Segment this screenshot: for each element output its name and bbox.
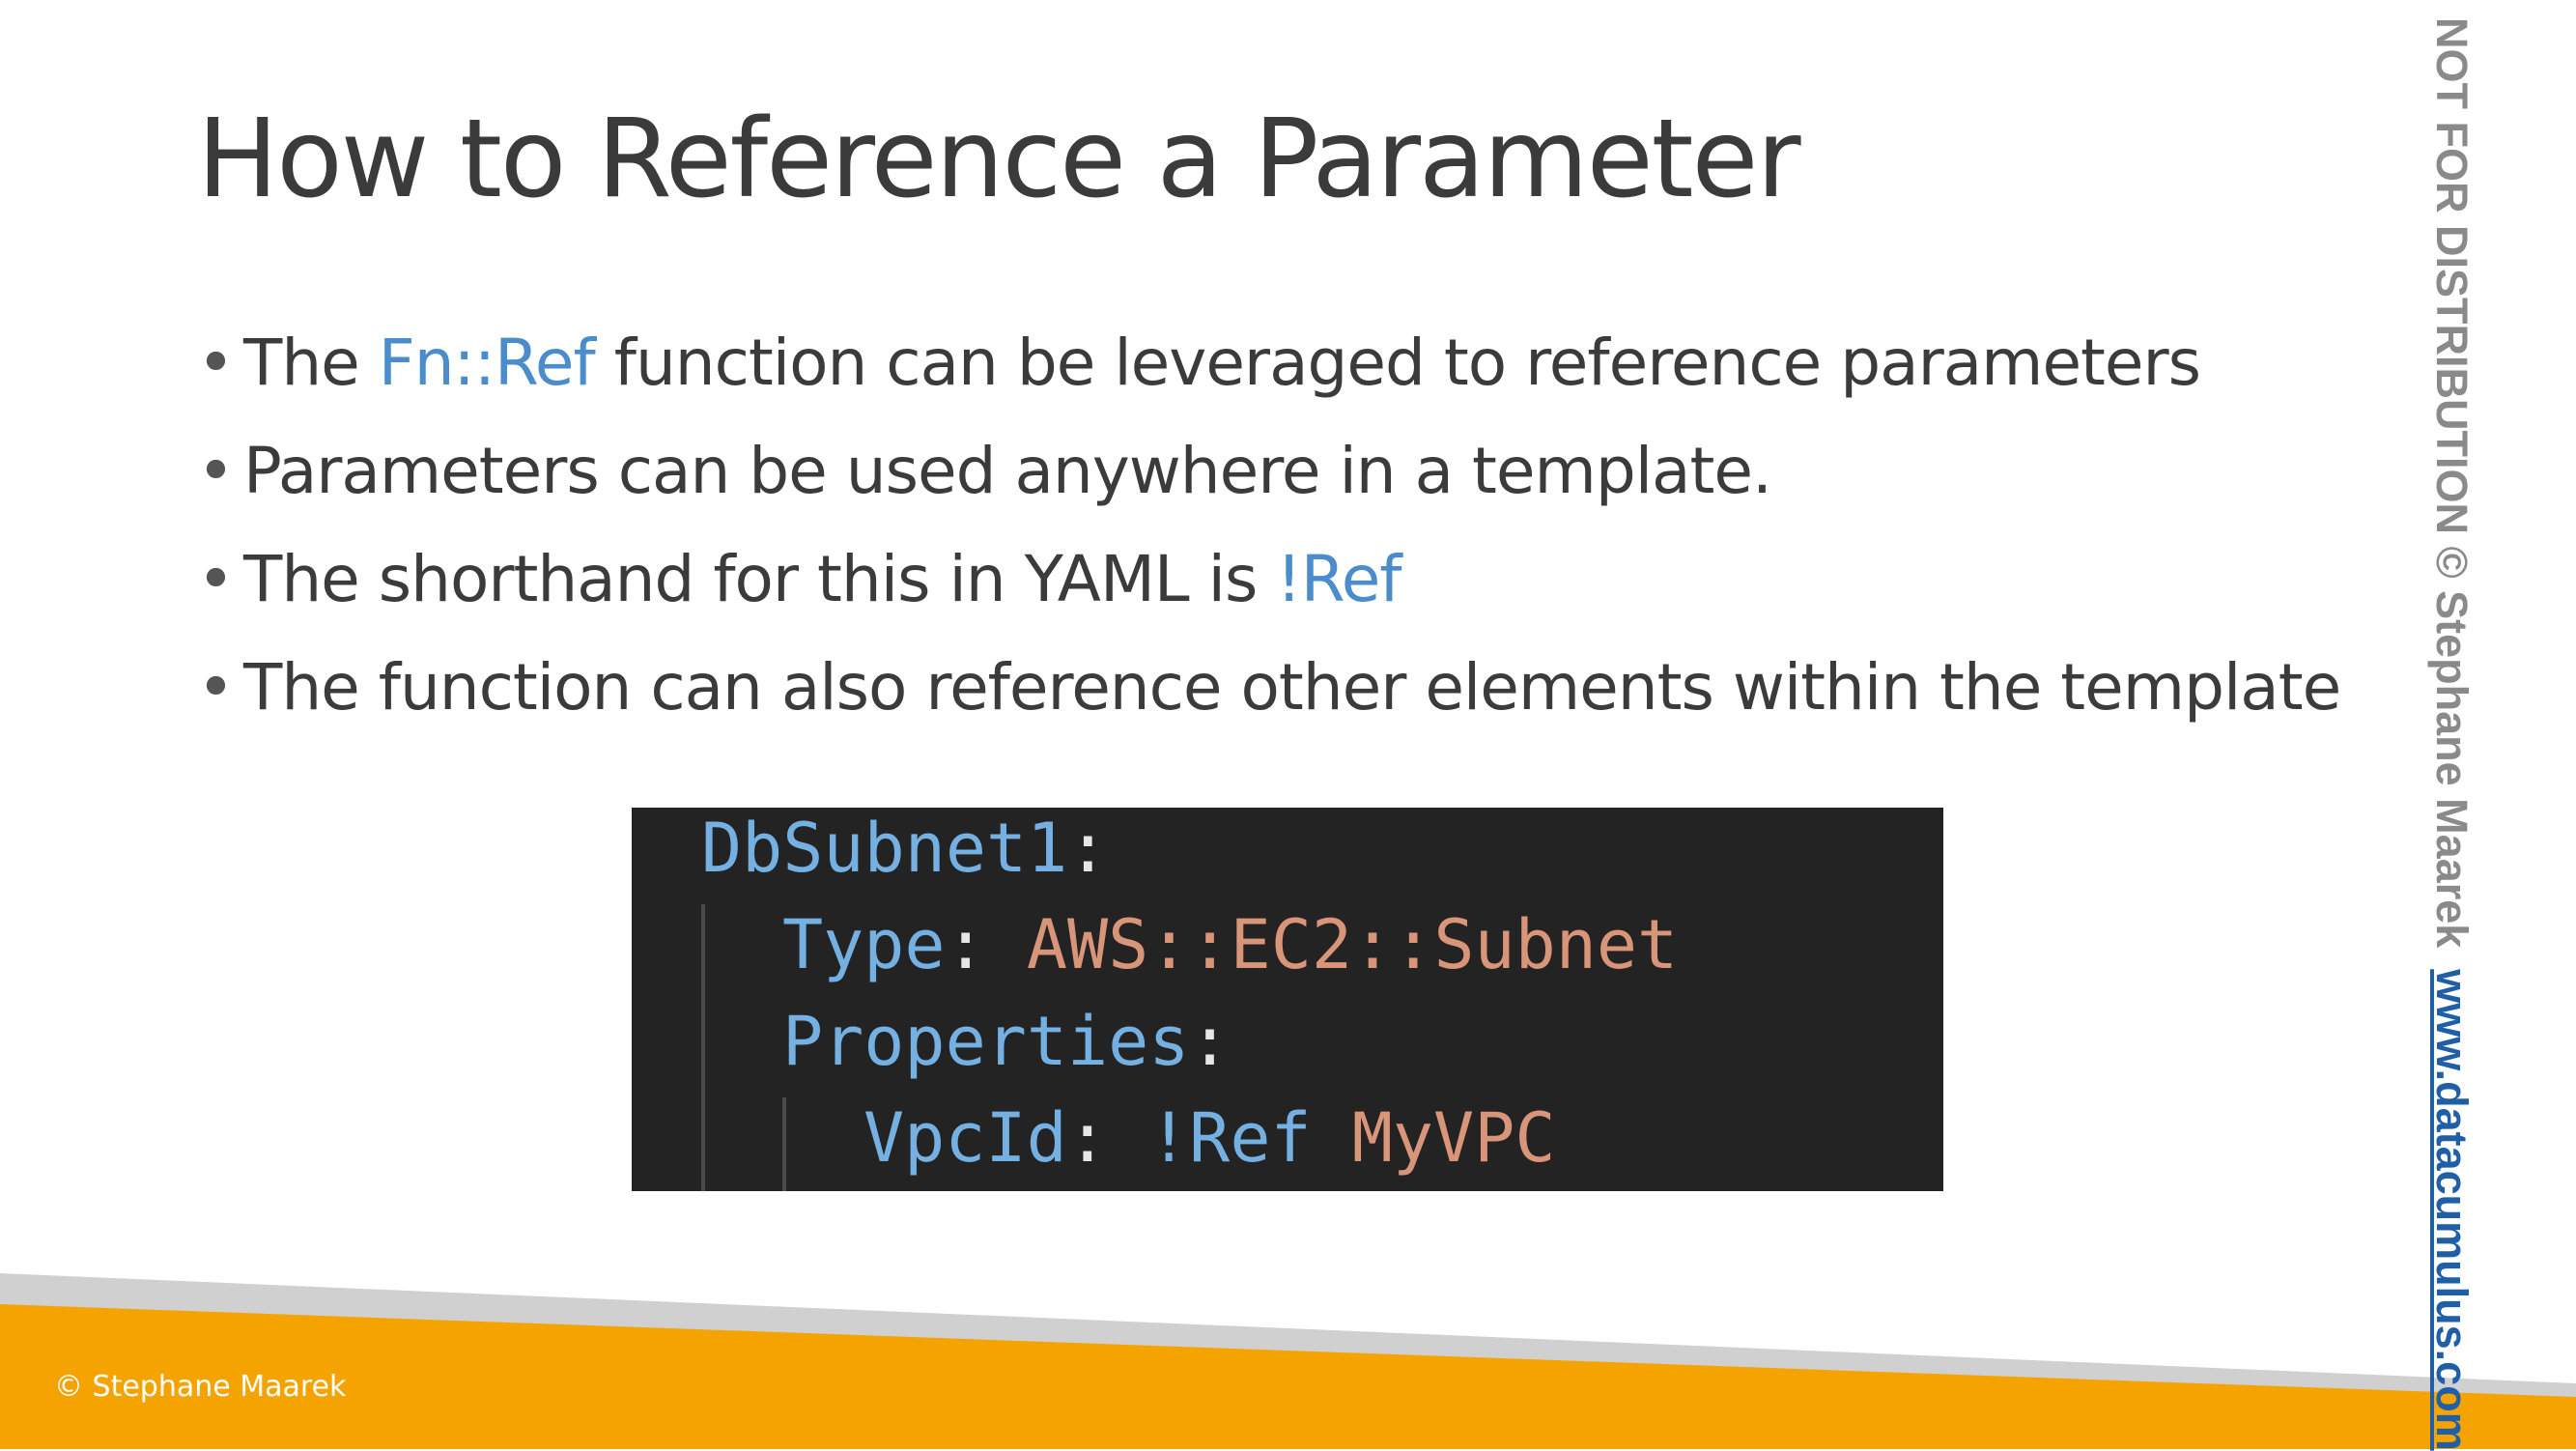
distribution-notice: NOT FOR DISTRIBUTION © Stephane Maarek [2427,17,2477,949]
side-notice: NOT FOR DISTRIBUTION © Stephane Maarek w… [2413,17,2490,1451]
footer-copyright: © Stephane Maarek [54,1370,347,1404]
footer-band [0,1273,2576,1449]
website-link[interactable]: www.datacumulus.com [2426,969,2477,1450]
